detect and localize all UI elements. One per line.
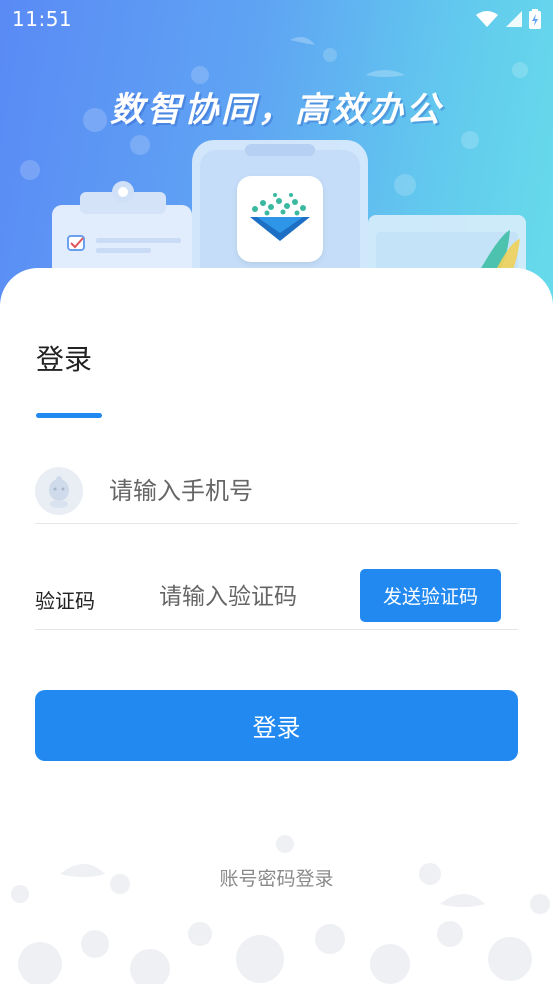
signal-icon bbox=[506, 11, 522, 27]
code-field-row: 验证码 发送验证码 bbox=[35, 564, 518, 630]
title-underline bbox=[36, 413, 102, 418]
phone-input[interactable] bbox=[109, 476, 489, 505]
status-bar: 11:51 bbox=[0, 0, 553, 38]
login-title: 登录 bbox=[36, 343, 93, 376]
hero-slogan: 数智协同，高效办公 bbox=[110, 90, 443, 130]
app-logo-icon bbox=[250, 193, 310, 241]
login-card: 登录 验证码 发送验证码 登录 账号密码登录 bbox=[0, 268, 553, 984]
battery-icon bbox=[529, 9, 541, 29]
avatar-icon bbox=[49, 475, 69, 508]
wifi-icon bbox=[476, 11, 498, 27]
login-button[interactable]: 登录 bbox=[35, 690, 518, 761]
phone-field-row bbox=[35, 458, 518, 524]
status-time: 11:51 bbox=[12, 7, 73, 31]
account-password-login-link[interactable]: 账号密码登录 bbox=[0, 864, 553, 891]
app-logo bbox=[237, 176, 323, 262]
send-code-button[interactable]: 发送验证码 bbox=[360, 569, 501, 622]
code-input[interactable] bbox=[159, 583, 359, 610]
code-label: 验证码 bbox=[35, 589, 95, 613]
status-icons bbox=[475, 9, 541, 29]
avatar bbox=[35, 466, 83, 515]
